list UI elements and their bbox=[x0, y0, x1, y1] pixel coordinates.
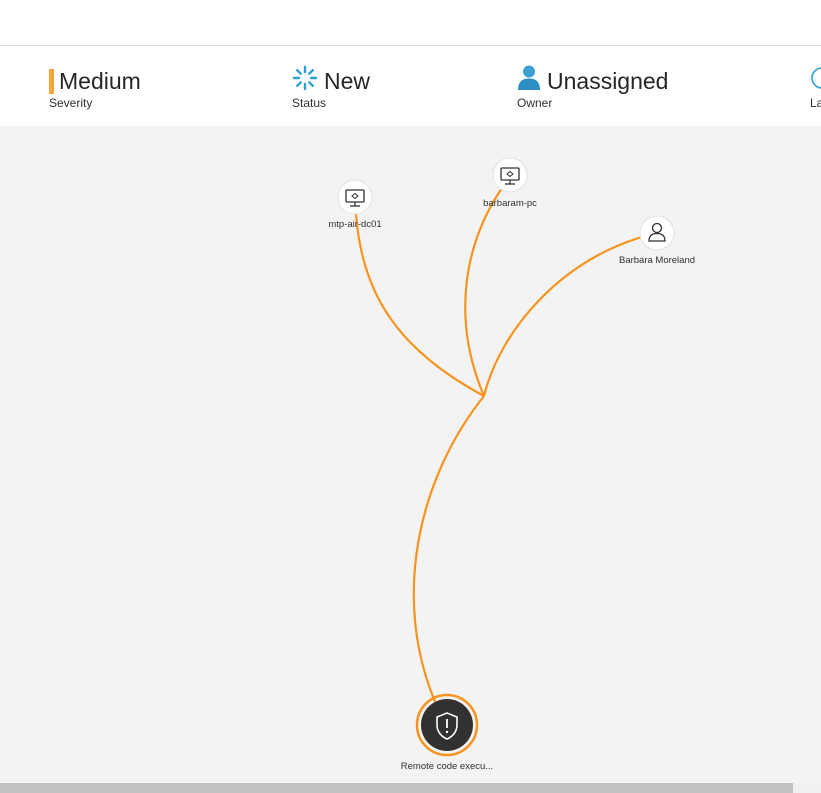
node-label-alert: Remote code execu... bbox=[400, 761, 494, 772]
owner-label: Owner bbox=[517, 96, 553, 110]
severity-indicator bbox=[49, 68, 54, 94]
edge-barbaram-pc bbox=[464, 187, 503, 397]
severity-label: Severity bbox=[49, 96, 93, 110]
severity-value: Medium bbox=[59, 68, 141, 94]
last-activity-summary[interactable]: La bbox=[810, 66, 821, 110]
last-activity-label: La bbox=[810, 96, 821, 110]
node-alert[interactable] bbox=[415, 693, 479, 757]
status-spinner-icon bbox=[292, 65, 318, 98]
clock-icon bbox=[810, 66, 821, 97]
scrollbar-corner bbox=[793, 783, 821, 793]
node-label-barbara-moreland: Barbara Moreland bbox=[618, 255, 696, 266]
node-label-mtp-air-dc01: mtp-air-dc01 bbox=[328, 219, 382, 230]
status-summary[interactable]: New Status bbox=[292, 65, 371, 110]
owner-value: Unassigned bbox=[547, 68, 669, 94]
owner-person-icon bbox=[517, 64, 541, 98]
incident-graph[interactable]: mtp-air-dc01 barbaram-pc Barbara Morelan… bbox=[0, 126, 821, 783]
edge-alert bbox=[412, 395, 485, 705]
status-label: Status bbox=[292, 96, 327, 110]
incident-summary-bar: Medium Severity New Status Unassigned Ow… bbox=[0, 46, 821, 126]
severity-summary[interactable]: Medium Severity bbox=[49, 66, 141, 110]
owner-summary[interactable]: Unassigned Owner bbox=[517, 64, 669, 110]
node-barbara-moreland[interactable] bbox=[639, 215, 675, 251]
status-value: New bbox=[324, 68, 371, 94]
horizontal-scrollbar[interactable] bbox=[0, 783, 793, 793]
node-barbaram-pc[interactable] bbox=[492, 157, 528, 193]
node-label-barbaram-pc: barbaram-pc bbox=[483, 198, 537, 209]
graph-canvas bbox=[337, 157, 675, 757]
node-mtp-air-dc01[interactable] bbox=[337, 179, 373, 215]
top-bar bbox=[0, 0, 821, 46]
